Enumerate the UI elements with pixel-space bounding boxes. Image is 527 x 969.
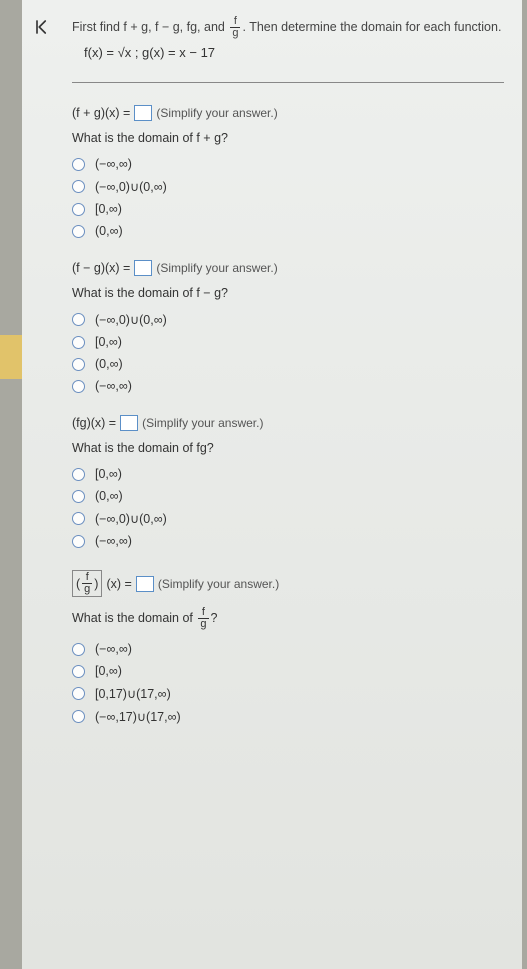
prompt-text-pre: First find f + g, f − g, fg, and <box>72 20 228 34</box>
q1-option-label: (−∞,0)∪(0,∞) <box>95 179 167 194</box>
q2-equation-line: (f − g)(x) = (Simplify your answer.) <box>72 260 504 276</box>
q4-option-label: (−∞,∞) <box>95 642 132 656</box>
q4-domain-question: What is the domain of f g ? <box>72 607 504 630</box>
section-divider <box>72 82 504 83</box>
q4-instruction: (Simplify your answer.) <box>158 577 279 591</box>
q3-option-label: [0,∞) <box>95 467 122 481</box>
q1-equation-line: (f + g)(x) = (Simplify your answer.) <box>72 105 504 121</box>
q2-options: (−∞,0)∪(0,∞) [0,∞) (0,∞) (−∞,∞) <box>72 308 504 397</box>
q3-option-label: (−∞,∞) <box>95 534 132 548</box>
fraction-f-over-g: f g <box>230 16 240 39</box>
q1-option[interactable]: (−∞,0)∪(0,∞) <box>72 175 504 198</box>
q3-option-label: (0,∞) <box>95 489 123 503</box>
q4-option-label: (−∞,17)∪(17,∞) <box>95 709 181 724</box>
q1-option-label: (0,∞) <box>95 224 123 238</box>
q3-instruction: (Simplify your answer.) <box>142 416 263 430</box>
q2-option[interactable]: (−∞,0)∪(0,∞) <box>72 308 504 331</box>
q4-option[interactable]: [0,∞) <box>72 660 504 682</box>
radio-icon <box>72 313 85 326</box>
radio-icon <box>72 490 85 503</box>
q2-option[interactable]: [0,∞) <box>72 331 504 353</box>
fraction-f-over-g-subhead: f g <box>198 607 208 630</box>
q2-option[interactable]: (−∞,∞) <box>72 375 504 397</box>
q3-option[interactable]: (−∞,∞) <box>72 530 504 552</box>
prompt-text-post: . Then determine the domain for each fun… <box>242 20 501 34</box>
side-tab-marker <box>0 335 22 379</box>
q1-options: (−∞,∞) (−∞,0)∪(0,∞) [0,∞) (0,∞) <box>72 153 504 242</box>
q1-option-label: [0,∞) <box>95 202 122 216</box>
radio-icon <box>72 468 85 481</box>
q1-option[interactable]: (−∞,∞) <box>72 153 504 175</box>
q4-subhead-post: ? <box>211 611 218 625</box>
radio-icon <box>72 665 85 678</box>
radio-icon <box>72 687 85 700</box>
q2-lhs: (f − g)(x) = <box>72 261 130 275</box>
radio-icon <box>72 710 85 723</box>
q2-instruction: (Simplify your answer.) <box>156 261 277 275</box>
radio-icon <box>72 336 85 349</box>
q3-options: [0,∞) (0,∞) (−∞,0)∪(0,∞) (−∞,∞) <box>72 463 504 552</box>
q2-option-label: (−∞,0)∪(0,∞) <box>95 312 167 327</box>
q3-option[interactable]: [0,∞) <box>72 463 504 485</box>
radio-icon <box>72 158 85 171</box>
q4-option[interactable]: (−∞,17)∪(17,∞) <box>72 705 504 728</box>
radio-icon <box>72 358 85 371</box>
q2-answer-input[interactable] <box>134 260 152 276</box>
q4-option-label: [0,∞) <box>95 664 122 678</box>
q4-options: (−∞,∞) [0,∞) [0,17)∪(17,∞) (−∞,17)∪(17,∞… <box>72 638 504 728</box>
q1-option[interactable]: [0,∞) <box>72 198 504 220</box>
q4-rhs: (x) = <box>106 577 131 591</box>
q3-domain-question: What is the domain of fg? <box>72 441 504 455</box>
radio-icon <box>72 643 85 656</box>
q4-option-label: [0,17)∪(17,∞) <box>95 686 171 701</box>
q3-equation-line: (fg)(x) = (Simplify your answer.) <box>72 415 504 431</box>
q1-answer-input[interactable] <box>134 105 152 121</box>
radio-icon <box>72 180 85 193</box>
q3-lhs: (fg)(x) = <box>72 416 116 430</box>
q1-domain-question: What is the domain of f + g? <box>72 131 504 145</box>
radio-icon <box>72 380 85 393</box>
radio-icon <box>72 512 85 525</box>
q3-answer-input[interactable] <box>120 415 138 431</box>
q1-lhs: (f + g)(x) = <box>72 106 130 120</box>
q3-option[interactable]: (0,∞) <box>72 485 504 507</box>
q4-equation-line: ( f g ) (x) = (Simplify your answer.) <box>72 570 504 597</box>
q4-subhead-pre: What is the domain of <box>72 611 196 625</box>
fraction-f-over-g-inline: f g <box>82 572 92 595</box>
radio-icon <box>72 225 85 238</box>
q3-option[interactable]: (−∞,0)∪(0,∞) <box>72 507 504 530</box>
q2-option-label: (0,∞) <box>95 357 123 371</box>
q2-option-label: (−∞,∞) <box>95 379 132 393</box>
q2-option-label: [0,∞) <box>95 335 122 349</box>
q1-instruction: (Simplify your answer.) <box>156 106 277 120</box>
chevron-left-bar-icon <box>34 18 52 36</box>
radio-icon <box>72 535 85 548</box>
q3-option-label: (−∞,0)∪(0,∞) <box>95 511 167 526</box>
question-prompt: First find f + g, f − g, fg, and f g . T… <box>72 16 504 39</box>
paren-fraction-f-over-g: ( f g ) <box>72 570 102 597</box>
q2-option[interactable]: (0,∞) <box>72 353 504 375</box>
q4-option[interactable]: (−∞,∞) <box>72 638 504 660</box>
back-button[interactable] <box>34 18 52 36</box>
q1-option-label: (−∞,∞) <box>95 157 132 171</box>
q4-option[interactable]: [0,17)∪(17,∞) <box>72 682 504 705</box>
function-definitions: f(x) = √x ; g(x) = x − 17 <box>84 45 504 60</box>
q1-option[interactable]: (0,∞) <box>72 220 504 242</box>
q4-answer-input[interactable] <box>136 576 154 592</box>
question-page: First find f + g, f − g, fg, and f g . T… <box>22 0 522 969</box>
q2-domain-question: What is the domain of f − g? <box>72 286 504 300</box>
radio-icon <box>72 203 85 216</box>
